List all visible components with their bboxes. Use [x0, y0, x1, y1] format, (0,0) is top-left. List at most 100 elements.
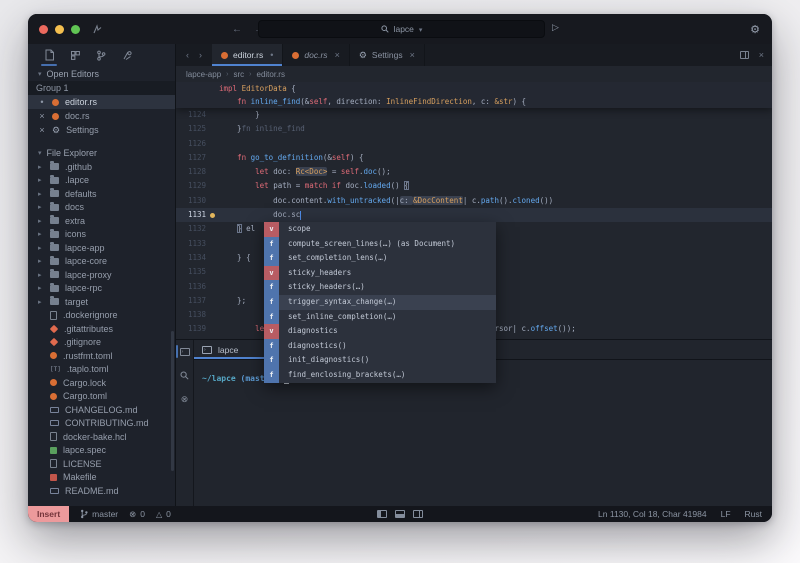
breadcrumb-segment[interactable]: editor.rs	[257, 70, 285, 79]
toggle-left-panel-icon[interactable]	[377, 510, 387, 518]
sticky-line[interactable]: fn inline_find(&self, direction: InlineF…	[176, 95, 772, 108]
file-tree-item[interactable]: ▸docker-bake.hcl	[28, 430, 175, 444]
close-icon[interactable]: ×	[38, 125, 46, 135]
toggle-bottom-panel-icon[interactable]	[395, 510, 405, 518]
tab-prev-button[interactable]: ‹	[186, 50, 189, 60]
tabs: editor.rs•doc.rs×⚙Settings×	[212, 44, 425, 66]
file-tree-item[interactable]: ▸docs	[28, 201, 175, 215]
settings-gear-icon[interactable]: ⚙	[750, 23, 760, 36]
file-tree-item[interactable]: ▸Cargo.lock	[28, 376, 175, 390]
file-tree-item[interactable]: ▸extra	[28, 214, 175, 228]
activity-debug-icon[interactable]	[118, 44, 136, 66]
open-editor-item[interactable]: •editor.rs	[28, 95, 175, 109]
line-ending[interactable]: LF	[721, 509, 731, 519]
completion-item[interactable]: vsticky_headers	[264, 266, 496, 281]
line-number: 1136	[176, 280, 206, 294]
file-tree-item[interactable]: ▸CHANGELOG.md	[28, 403, 175, 417]
cursor-position[interactable]: Ln 1130, Col 18, Char 41984	[598, 509, 707, 519]
completion-item[interactable]: fset_inline_completion(…)	[264, 310, 496, 325]
completion-item[interactable]: fset_completion_lens(…)	[264, 251, 496, 266]
toggle-right-panel-icon[interactable]	[413, 510, 423, 518]
file-tree-item[interactable]: ▸icons	[28, 228, 175, 242]
file-tree-item[interactable]: ▸.lapce	[28, 174, 175, 188]
file-tree-item[interactable]: ▸lapce-core	[28, 255, 175, 269]
activity-plugins-icon[interactable]	[66, 44, 84, 66]
open-editors-header[interactable]: ▾ Open Editors	[28, 66, 175, 81]
problems-panel-icon[interactable]: ⊗	[176, 393, 194, 406]
file-tree-item[interactable]: ▸[T].taplo.toml	[28, 363, 175, 377]
code-line[interactable]: 1126	[176, 137, 772, 151]
activity-files-icon[interactable]	[40, 44, 58, 66]
breadcrumb-segment[interactable]: lapce-app	[186, 70, 221, 79]
completion-item[interactable]: vscope	[264, 222, 496, 237]
completion-item[interactable]: fsticky_headers(…)	[264, 280, 496, 295]
completion-item[interactable]: fdiagnostics()	[264, 339, 496, 354]
file-tree-item[interactable]: ▸LICENSE	[28, 457, 175, 471]
close-icon[interactable]: ×	[335, 50, 340, 60]
terminal-panel-icon[interactable]: ›	[176, 345, 194, 358]
open-editor-item[interactable]: ×doc.rs	[28, 109, 175, 123]
file-tree-item[interactable]: ▸Cargo.toml	[28, 390, 175, 404]
file-tree-item[interactable]: ▸target	[28, 295, 175, 309]
error-count[interactable]: ⊗ 0	[129, 509, 145, 520]
tab-doc.rs[interactable]: doc.rs×	[283, 44, 349, 66]
chevron-down-icon: ▾	[419, 26, 423, 34]
warning-count[interactable]: △ 0	[156, 509, 171, 519]
back-button[interactable]: ←	[232, 24, 242, 35]
command-palette[interactable]: lapce ▾	[258, 20, 545, 38]
completion-item[interactable]: ffind_enclosing_brackets(…)	[264, 368, 496, 383]
completion-item[interactable]: ftrigger_syntax_change(…)	[264, 295, 496, 310]
file-tree-item[interactable]: ▸defaults	[28, 187, 175, 201]
file-tree-item[interactable]: ▸lapce-proxy	[28, 268, 175, 282]
breadcrumb[interactable]: lapce-app›src›editor.rs	[176, 66, 772, 82]
run-button[interactable]: ▷	[552, 22, 559, 33]
tab-next-button[interactable]: ›	[199, 50, 202, 60]
close-icon[interactable]: ×	[38, 111, 46, 121]
file-tree-item[interactable]: ▸lapce-app	[28, 241, 175, 255]
tab-editor.rs[interactable]: editor.rs•	[212, 44, 283, 66]
split-editor-icon[interactable]	[740, 51, 749, 59]
file-tree-item[interactable]: ▸.gitattributes	[28, 322, 175, 336]
breadcrumb-segment[interactable]: src	[233, 70, 244, 79]
search-panel-icon[interactable]	[176, 369, 194, 382]
code-line[interactable]: 1129 let path = match if doc.loaded() {	[176, 179, 772, 193]
completion-item[interactable]: vdiagnostics	[264, 324, 496, 339]
code-line[interactable]: 1124 }	[176, 108, 772, 122]
mode-indicator[interactable]: Insert	[28, 506, 69, 522]
minimize-window-button[interactable]	[55, 25, 64, 34]
file-tree-item[interactable]: ▸Makefile	[28, 471, 175, 485]
completion-item[interactable]: finit_diagnostics()	[264, 353, 496, 368]
open-editor-label: editor.rs	[65, 97, 97, 107]
close-editor-icon[interactable]: ×	[759, 50, 764, 60]
tab-Settings[interactable]: ⚙Settings×	[350, 44, 425, 66]
code-line[interactable]: 1128 let doc: Rc<Doc> = self.doc();	[176, 165, 772, 179]
file-tree-item[interactable]: ▸CONTRIBUTING.md	[28, 417, 175, 431]
file-tree-item[interactable]: ▸.dockerignore	[28, 309, 175, 323]
completion-item[interactable]: fcompute_screen_lines(…) (as Document)	[264, 237, 496, 252]
close-icon[interactable]: ×	[410, 50, 415, 60]
activity-source-control-icon[interactable]	[92, 44, 110, 66]
code-line[interactable]: 1130 doc.content.with_untracked(|c: &Doc…	[176, 194, 772, 208]
lightbulb-icon[interactable]	[210, 213, 215, 218]
file-tree-item[interactable]: ▸lapce-rpc	[28, 282, 175, 296]
file-tree-item[interactable]: ▸lapce.spec	[28, 444, 175, 458]
file-tree-item[interactable]: ▸.github	[28, 160, 175, 174]
code-line[interactable]: 1127 fn go_to_definition(&self) {	[176, 151, 772, 165]
file-explorer-header[interactable]: ▾ File Explorer	[28, 145, 175, 160]
branch-indicator[interactable]: master	[80, 509, 118, 519]
spec-icon	[50, 447, 57, 454]
code-line[interactable]: 1125 }fn inline_find	[176, 122, 772, 136]
code-line[interactable]: 1131 doc.sc	[176, 208, 772, 222]
language-mode[interactable]: Rust	[745, 509, 762, 519]
main-area: ▾ Open Editors Group 1 •editor.rs×doc.rs…	[28, 44, 772, 506]
zoom-window-button[interactable]	[71, 25, 80, 34]
file-tree-item[interactable]: ▸.rustfmt.toml	[28, 349, 175, 363]
file-tree-item[interactable]: ▸.gitignore	[28, 336, 175, 350]
file-tree-item[interactable]: ▸README.md	[28, 484, 175, 498]
line-number: 1126	[176, 137, 206, 151]
sidebar-scrollbar[interactable]	[171, 331, 174, 471]
file-name: defaults	[65, 189, 97, 199]
sticky-line[interactable]: impl EditorData {	[176, 82, 772, 95]
close-window-button[interactable]	[39, 25, 48, 34]
open-editor-item[interactable]: ×⚙Settings	[28, 123, 175, 137]
